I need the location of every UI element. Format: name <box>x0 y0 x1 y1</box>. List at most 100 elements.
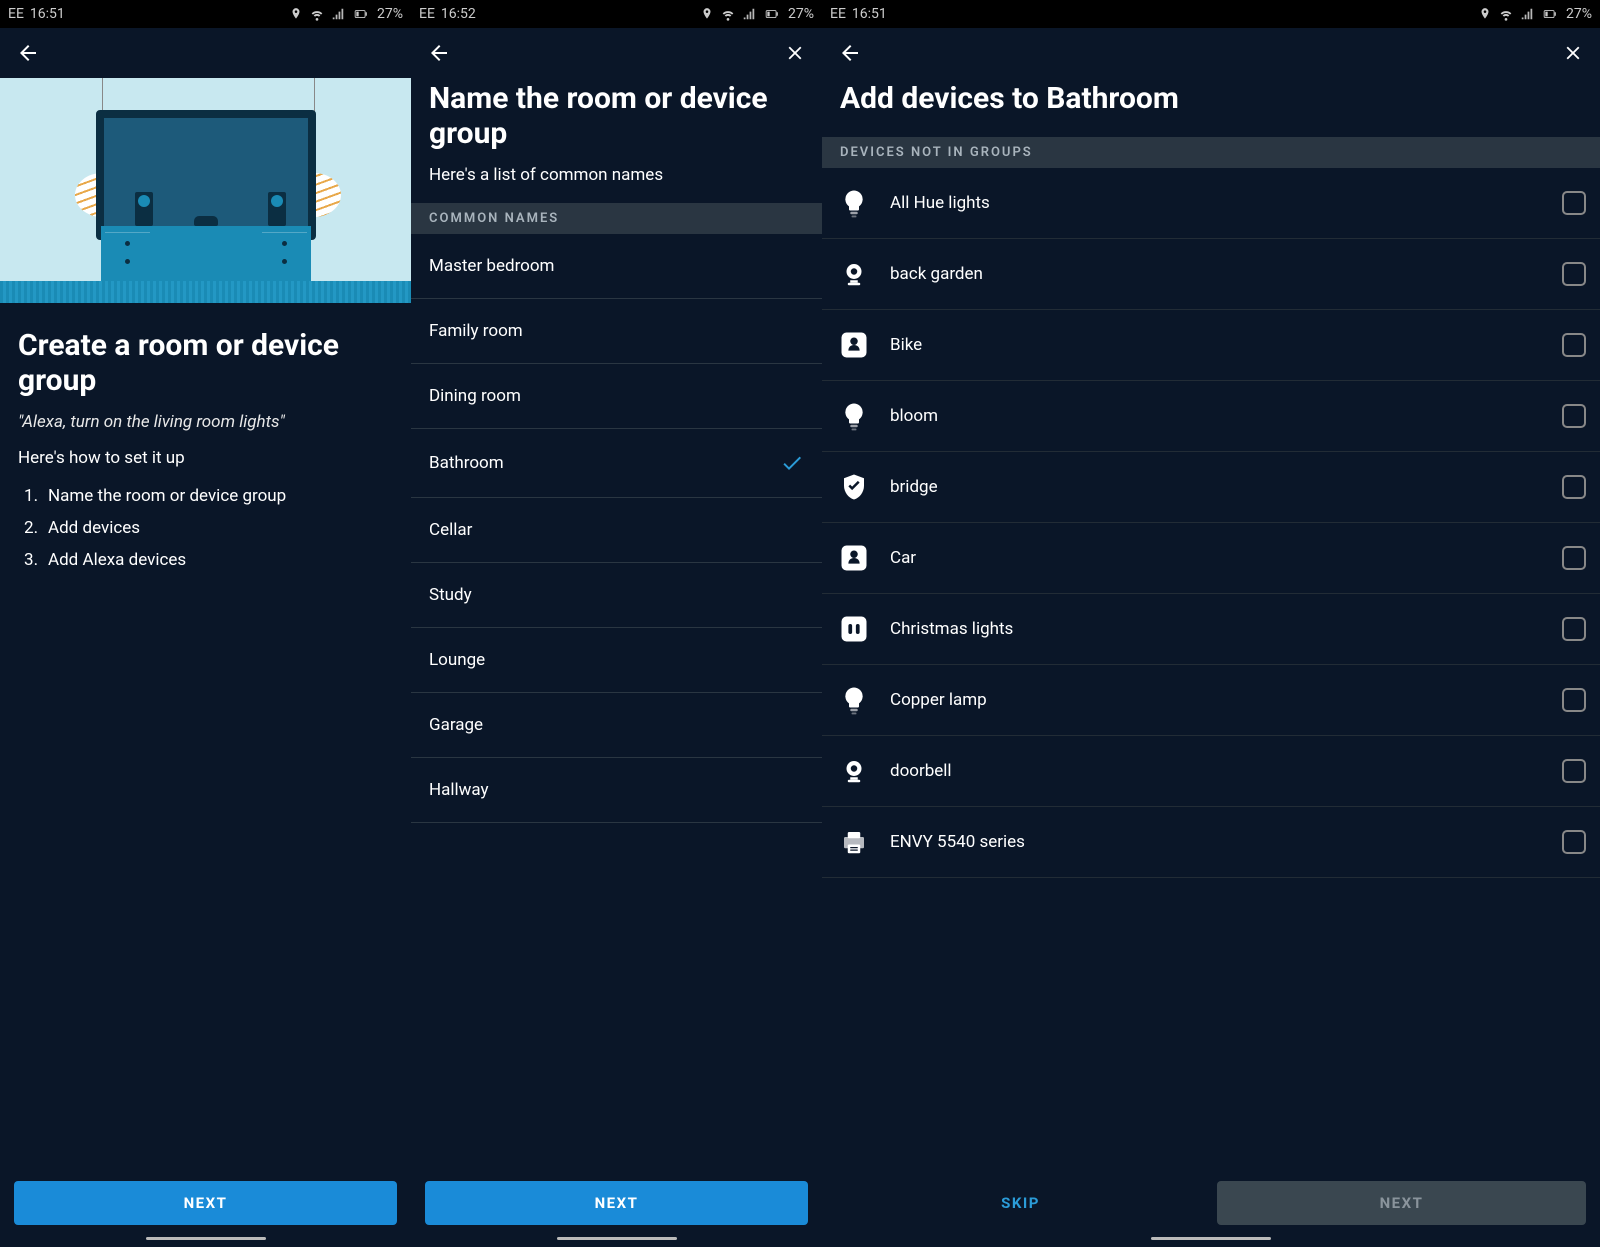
signal-icon <box>331 7 345 21</box>
room-name-label: Hallway <box>429 780 804 800</box>
battery-icon <box>351 7 371 21</box>
device-row[interactable]: All Hue lights <box>822 168 1600 239</box>
back-icon[interactable] <box>16 41 40 65</box>
device-label: doorbell <box>890 761 1544 781</box>
steps-list: Name the room or device group Add device… <box>18 480 393 576</box>
example-quote: "Alexa, turn on the living room lights" <box>18 412 393 432</box>
bottom-bar: NEXT <box>0 1167 411 1229</box>
next-button[interactable]: NEXT <box>425 1181 808 1225</box>
device-label: Car <box>890 548 1544 568</box>
section-header: COMMON NAMES <box>411 203 822 234</box>
carrier-label: EE <box>8 6 24 22</box>
room-name-label: Master bedroom <box>429 256 804 276</box>
setup-intro: Here's how to set it up <box>18 448 393 468</box>
page-title: Create a room or device group <box>18 329 393 398</box>
close-icon[interactable] <box>784 42 806 64</box>
device-checkbox[interactable] <box>1562 191 1586 215</box>
device-checkbox[interactable] <box>1562 262 1586 286</box>
room-name-option[interactable]: Cellar <box>411 498 822 563</box>
screen-add-devices: EE 16:51 27% Add devices to Bathroom DEV… <box>822 0 1600 1247</box>
room-name-option[interactable]: Study <box>411 563 822 628</box>
clock: 16:51 <box>852 6 887 22</box>
status-bar: EE 16:52 27% <box>411 0 822 28</box>
room-name-option[interactable]: Lounge <box>411 628 822 693</box>
location-icon <box>1478 7 1492 21</box>
room-name-option[interactable]: Master bedroom <box>411 234 822 299</box>
device-label: Copper lamp <box>890 690 1544 710</box>
device-checkbox[interactable] <box>1562 475 1586 499</box>
device-label: Christmas lights <box>890 619 1544 639</box>
device-checkbox[interactable] <box>1562 333 1586 357</box>
room-name-label: Study <box>429 585 804 605</box>
device-checkbox[interactable] <box>1562 759 1586 783</box>
battery-pct: 27% <box>788 6 814 22</box>
back-icon[interactable] <box>838 41 862 65</box>
room-name-label: Garage <box>429 715 804 735</box>
wifi-icon <box>309 6 325 22</box>
room-name-label: Dining room <box>429 386 804 406</box>
printer-icon <box>836 824 872 860</box>
status-bar: EE 16:51 27% <box>822 0 1600 28</box>
nav-bar <box>0 28 411 78</box>
device-checkbox[interactable] <box>1562 830 1586 854</box>
bulb-icon <box>836 682 872 718</box>
room-name-option[interactable]: Dining room <box>411 364 822 429</box>
device-row[interactable]: Car <box>822 523 1600 594</box>
screen-create-group: EE 16:51 27% ♪♫ Crea <box>0 0 411 1247</box>
check-icon <box>780 451 804 475</box>
battery-icon <box>1540 7 1560 21</box>
nav-bar <box>411 28 822 78</box>
room-name-label: Family room <box>429 321 804 341</box>
device-row[interactable]: bloom <box>822 381 1600 452</box>
gesture-handle[interactable] <box>0 1229 411 1247</box>
device-label: bloom <box>890 406 1544 426</box>
step-item: Name the room or device group <box>18 480 393 512</box>
page-subtitle: Here's a list of common names <box>429 165 804 185</box>
camera-icon <box>836 753 872 789</box>
close-icon[interactable] <box>1562 42 1584 64</box>
room-name-option[interactable]: Garage <box>411 693 822 758</box>
step-item: Add Alexa devices <box>18 544 393 576</box>
back-icon[interactable] <box>427 41 451 65</box>
skip-button[interactable]: SKIP <box>836 1181 1205 1225</box>
device-checkbox[interactable] <box>1562 546 1586 570</box>
bulb-icon <box>836 398 872 434</box>
device-label: All Hue lights <box>890 193 1544 213</box>
names-list: Master bedroom Family room Dining room Bath… <box>411 234 822 823</box>
room-name-option[interactable]: Family room <box>411 299 822 364</box>
device-row[interactable]: bridge <box>822 452 1600 523</box>
bulb-icon <box>836 185 872 221</box>
gesture-handle[interactable] <box>411 1229 822 1247</box>
wifi-icon <box>720 6 736 22</box>
screen-name-group: EE 16:52 27% Name the room or device gro… <box>411 0 822 1247</box>
content-area: Name the room or device group Here's a l… <box>411 78 822 1167</box>
room-name-option[interactable]: Hallway <box>411 758 822 823</box>
room-name-option[interactable]: Bathroom <box>411 429 822 498</box>
room-name-label: Cellar <box>429 520 804 540</box>
status-bar: EE 16:51 27% <box>0 0 411 28</box>
carrier-label: EE <box>419 6 435 22</box>
device-label: ENVY 5540 series <box>890 832 1544 852</box>
shield-icon <box>836 469 872 505</box>
section-header: DEVICES NOT IN GROUPS <box>822 137 1600 168</box>
device-row[interactable]: Bike <box>822 310 1600 381</box>
device-checkbox[interactable] <box>1562 617 1586 641</box>
next-button[interactable]: NEXT <box>1217 1181 1586 1225</box>
content-area: ♪♫ Create a room or device group "Alexa,… <box>0 78 411 1167</box>
next-button[interactable]: NEXT <box>14 1181 397 1225</box>
location-icon <box>700 7 714 21</box>
content-area: Add devices to Bathroom DEVICES NOT IN G… <box>822 78 1600 1167</box>
device-row[interactable]: doorbell <box>822 736 1600 807</box>
carrier-label: EE <box>830 6 846 22</box>
device-row[interactable]: back garden <box>822 239 1600 310</box>
room-name-label: Lounge <box>429 650 804 670</box>
device-checkbox[interactable] <box>1562 404 1586 428</box>
device-row[interactable]: Copper lamp <box>822 665 1600 736</box>
plug-icon <box>836 611 872 647</box>
device-row[interactable]: Christmas lights <box>822 594 1600 665</box>
device-checkbox[interactable] <box>1562 688 1586 712</box>
page-title: Name the room or device group <box>429 82 804 151</box>
device-row[interactable]: ENVY 5540 series <box>822 807 1600 878</box>
gesture-handle[interactable] <box>822 1229 1600 1247</box>
battery-pct: 27% <box>1566 6 1592 22</box>
